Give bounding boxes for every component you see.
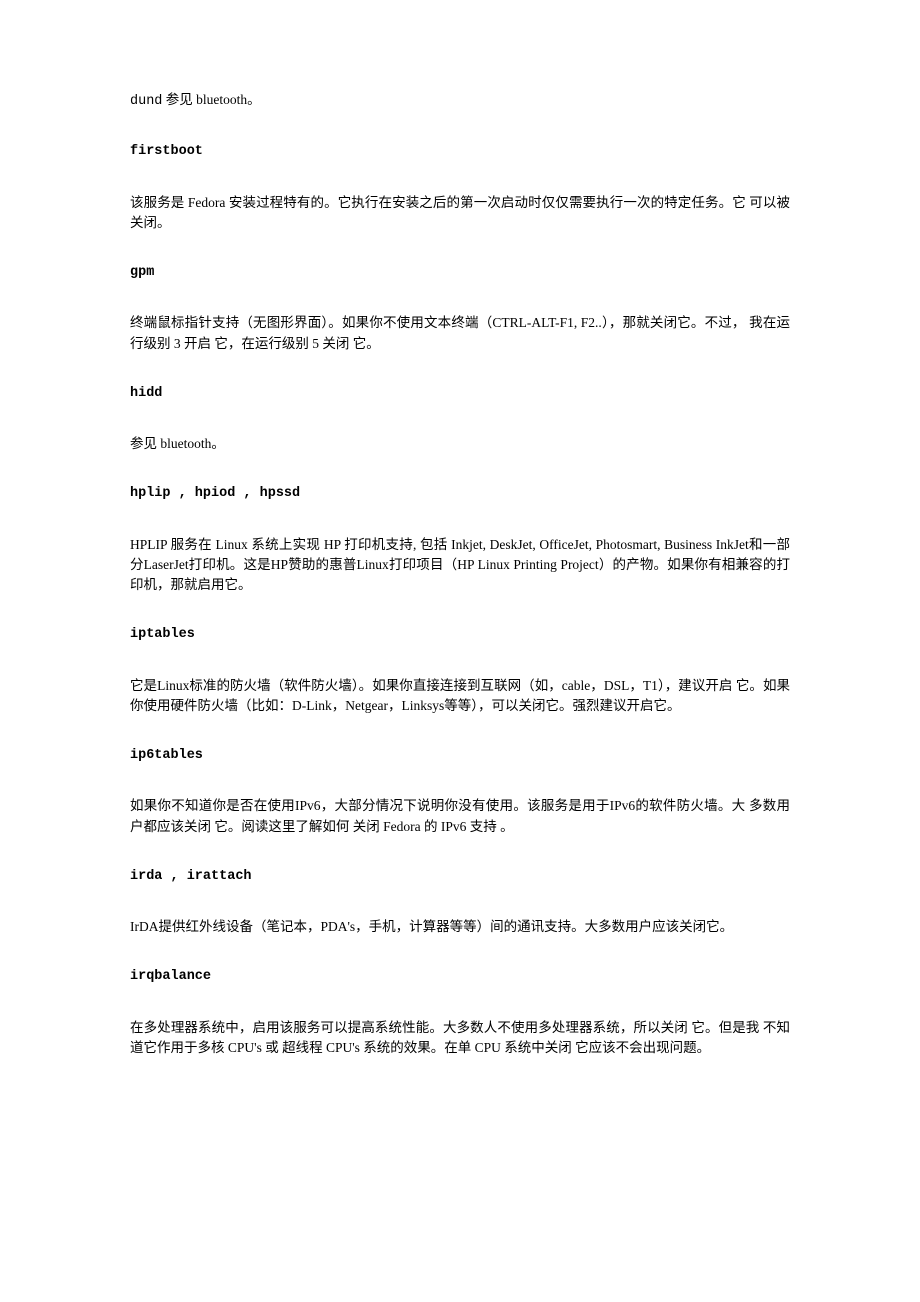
body-text: HPLIP 服务在 Linux 系统上实现 HP 打印机支持, 包括 Inkje… — [130, 535, 790, 596]
body-text: 如果你不知道你是否在使用IPv6，大部分情况下说明你没有使用。该服务是用于IPv… — [130, 796, 790, 837]
heading-text: hidd — [130, 384, 790, 404]
heading-line: dund 参见 bluetooth。 — [130, 90, 790, 112]
body-text: 该服务是 Fedora 安装过程特有的。它执行在安装之后的第一次启动时仅仅需要执… — [130, 193, 790, 234]
heading-text: gpm — [130, 263, 790, 283]
heading-text: irda , irattach — [130, 867, 790, 887]
section-irda: irda , irattach IrDA提供红外线设备（笔记本，PDA's，手机… — [130, 867, 790, 938]
body-text: 终端鼠标指针支持（无图形界面）。如果你不使用文本终端（CTRL-ALT-F1, … — [130, 313, 790, 354]
body-text: 在多处理器系统中，启用该服务可以提高系统性能。大多数人不使用多处理器系统，所以关… — [130, 1018, 790, 1059]
body-text: 参见 bluetooth。 — [130, 434, 790, 454]
heading-text: irqbalance — [130, 967, 790, 987]
body-text: 它是Linux标准的防火墙（软件防火墙）。如果你直接连接到互联网（如，cable… — [130, 676, 790, 717]
body-text: IrDA提供红外线设备（笔记本，PDA's，手机，计算器等等）间的通讯支持。大多… — [130, 917, 790, 937]
section-gpm: gpm 终端鼠标指针支持（无图形界面）。如果你不使用文本终端（CTRL-ALT-… — [130, 263, 790, 354]
section-dund: dund 参见 bluetooth。 — [130, 90, 790, 112]
section-iptables: iptables 它是Linux标准的防火墙（软件防火墙）。如果你直接连接到互联… — [130, 625, 790, 716]
heading-text: dund — [130, 94, 162, 109]
heading-text: firstboot — [130, 142, 790, 162]
section-irqbalance: irqbalance 在多处理器系统中，启用该服务可以提高系统性能。大多数人不使… — [130, 967, 790, 1058]
heading-text: hplip , hpiod , hpssd — [130, 484, 790, 504]
heading-extra: 参见 bluetooth。 — [162, 92, 260, 107]
section-firstboot: firstboot 该服务是 Fedora 安装过程特有的。它执行在安装之后的第… — [130, 142, 790, 233]
section-hplip: hplip , hpiod , hpssd HPLIP 服务在 Linux 系统… — [130, 484, 790, 595]
section-hidd: hidd 参见 bluetooth。 — [130, 384, 790, 455]
heading-text: ip6tables — [130, 746, 790, 766]
section-ip6tables: ip6tables 如果你不知道你是否在使用IPv6，大部分情况下说明你没有使用… — [130, 746, 790, 837]
heading-text: iptables — [130, 625, 790, 645]
